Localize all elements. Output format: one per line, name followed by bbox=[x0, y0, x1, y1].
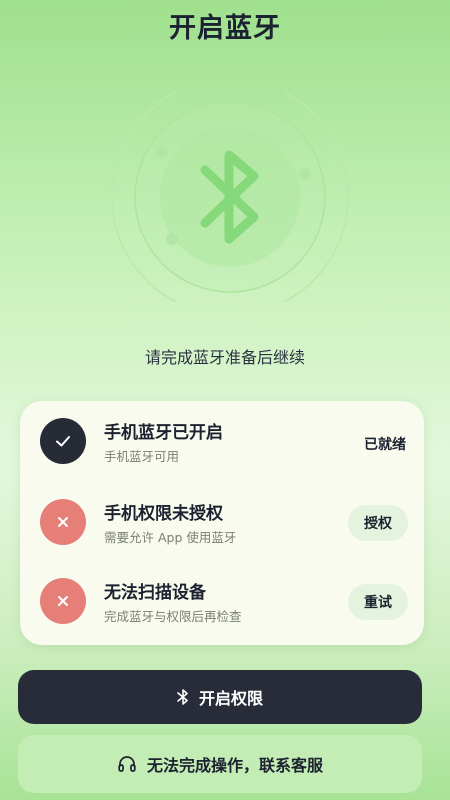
orbit-dot bbox=[299, 168, 311, 180]
checklist-item-title: 无法扫描设备 bbox=[104, 583, 206, 603]
bluetooth-icon bbox=[177, 688, 189, 706]
checklist-item-title: 手机权限未授权 bbox=[104, 504, 223, 524]
page-title: 开启蓝牙 bbox=[169, 13, 281, 44]
checklist-item-scan: 无法扫描设备 完成蓝牙与权限后再检查 重试 bbox=[20, 566, 424, 636]
retry-button[interactable]: 重试 bbox=[348, 584, 408, 620]
checklist-card: 手机蓝牙已开启 手机蓝牙可用 已就绪 手机权限未授权 需要允许 App 使用蓝牙… bbox=[20, 401, 424, 645]
contact-support-button[interactable]: 无法完成操作，联系客服 bbox=[18, 735, 422, 793]
close-icon bbox=[40, 499, 86, 545]
enable-permission-button[interactable]: 开启权限 bbox=[18, 670, 422, 724]
checklist-item-title: 手机蓝牙已开启 bbox=[104, 423, 223, 443]
checklist-item-bluetooth-on: 手机蓝牙已开启 手机蓝牙可用 已就绪 bbox=[20, 406, 424, 476]
checklist-item-permission: 手机权限未授权 需要允许 App 使用蓝牙 授权 bbox=[20, 487, 424, 557]
orbit-dot bbox=[166, 233, 178, 245]
headphones-icon bbox=[117, 754, 137, 774]
checklist-item-description: 需要允许 App 使用蓝牙 bbox=[104, 530, 237, 545]
close-icon bbox=[40, 578, 86, 624]
status-badge: 已就绪 bbox=[364, 437, 406, 453]
bluetooth-illustration bbox=[111, 92, 349, 302]
check-icon bbox=[40, 418, 86, 464]
button-label: 开启权限 bbox=[198, 689, 263, 708]
checklist-item-description: 手机蓝牙可用 bbox=[104, 449, 180, 464]
orbit-dot bbox=[156, 146, 168, 158]
authorize-button[interactable]: 授权 bbox=[348, 505, 408, 541]
checklist-item-description: 完成蓝牙与权限后再检查 bbox=[104, 609, 242, 624]
instruction-text: 请完成蓝牙准备后继续 bbox=[144, 348, 305, 367]
button-label: 无法完成操作，联系客服 bbox=[146, 756, 323, 775]
